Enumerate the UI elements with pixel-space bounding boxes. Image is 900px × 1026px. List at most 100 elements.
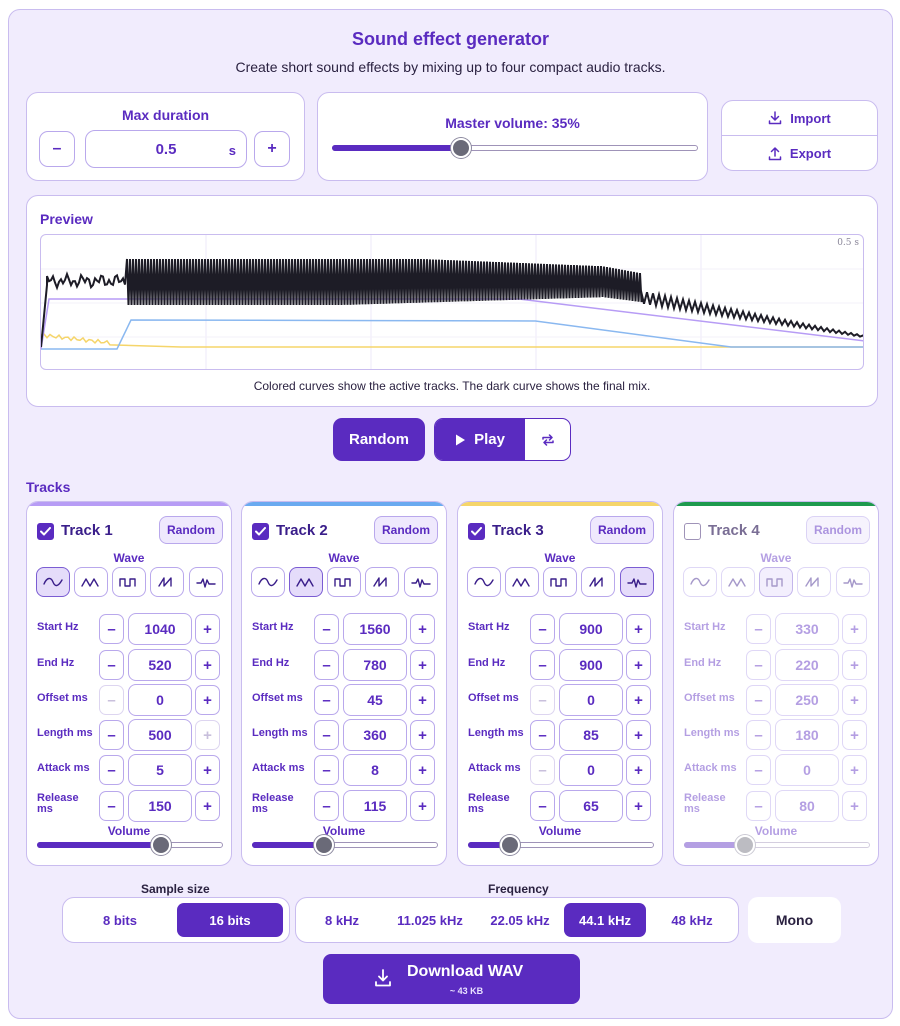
end-hz-increase-button[interactable]: +: [842, 650, 867, 680]
attack-ms-increase-button[interactable]: +: [195, 755, 220, 785]
track-enable-checkbox[interactable]: [37, 523, 54, 540]
release-ms-decrease-button[interactable]: –: [746, 791, 771, 821]
track-enable-checkbox[interactable]: [468, 523, 485, 540]
start-hz-input[interactable]: 1560: [343, 613, 407, 645]
start-hz-decrease-button[interactable]: –: [530, 614, 555, 644]
wave-option-button[interactable]: [189, 567, 223, 597]
track-volume-slider[interactable]: [468, 835, 654, 855]
wave-option-button[interactable]: [759, 567, 793, 597]
end-hz-increase-button[interactable]: +: [626, 650, 651, 680]
length-ms-input[interactable]: 180: [775, 719, 839, 751]
frequency-option-44khz[interactable]: 44.1 kHz: [564, 903, 646, 937]
play-button[interactable]: Play: [435, 419, 525, 460]
release-ms-input[interactable]: 115: [343, 790, 407, 822]
random-button[interactable]: Random: [333, 418, 425, 461]
length-ms-increase-button[interactable]: +: [195, 720, 220, 750]
offset-ms-increase-button[interactable]: +: [842, 685, 867, 715]
release-ms-input[interactable]: 150: [128, 790, 192, 822]
start-hz-increase-button[interactable]: +: [626, 614, 651, 644]
wave-option-button[interactable]: [150, 567, 184, 597]
end-hz-increase-button[interactable]: +: [410, 650, 435, 680]
wave-option-button[interactable]: [620, 567, 654, 597]
attack-ms-input[interactable]: 0: [775, 754, 839, 786]
end-hz-input[interactable]: 520: [128, 649, 192, 681]
frequency-option-8khz[interactable]: 8 kHz: [302, 903, 382, 937]
offset-ms-increase-button[interactable]: +: [410, 685, 435, 715]
start-hz-decrease-button[interactable]: –: [314, 614, 339, 644]
release-ms-decrease-button[interactable]: –: [530, 791, 555, 821]
wave-option-button[interactable]: [721, 567, 755, 597]
release-ms-increase-button[interactable]: +: [626, 791, 651, 821]
master-volume-slider[interactable]: [332, 138, 698, 158]
offset-ms-decrease-button[interactable]: –: [314, 685, 339, 715]
download-wav-button[interactable]: Download WAV ~ 43 KB: [323, 954, 580, 1004]
frequency-option-11khz[interactable]: 11.025 kHz: [386, 903, 474, 937]
wave-option-button[interactable]: [289, 567, 323, 597]
wave-option-button[interactable]: [836, 567, 870, 597]
track-volume-slider[interactable]: [684, 835, 870, 855]
wave-option-button[interactable]: [36, 567, 70, 597]
end-hz-increase-button[interactable]: +: [195, 650, 220, 680]
attack-ms-increase-button[interactable]: +: [842, 755, 867, 785]
track-enable-checkbox[interactable]: [252, 523, 269, 540]
start-hz-input[interactable]: 900: [559, 613, 623, 645]
start-hz-decrease-button[interactable]: –: [746, 614, 771, 644]
start-hz-input[interactable]: 330: [775, 613, 839, 645]
wave-option-button[interactable]: [365, 567, 399, 597]
loop-button[interactable]: [525, 419, 570, 460]
wave-option-button[interactable]: [467, 567, 501, 597]
end-hz-decrease-button[interactable]: –: [314, 650, 339, 680]
import-button[interactable]: Import: [722, 101, 877, 136]
length-ms-decrease-button[interactable]: –: [746, 720, 771, 750]
offset-ms-increase-button[interactable]: +: [195, 685, 220, 715]
wave-option-button[interactable]: [112, 567, 146, 597]
attack-ms-input[interactable]: 0: [559, 754, 623, 786]
offset-ms-increase-button[interactable]: +: [626, 685, 651, 715]
release-ms-increase-button[interactable]: +: [195, 791, 220, 821]
duration-decrease-button[interactable]: –: [39, 131, 75, 167]
attack-ms-decrease-button[interactable]: –: [314, 755, 339, 785]
duration-input[interactable]: 0.5 s: [85, 130, 247, 168]
end-hz-input[interactable]: 780: [343, 649, 407, 681]
frequency-option-22khz[interactable]: 22.05 kHz: [478, 903, 562, 937]
offset-ms-input[interactable]: 250: [775, 684, 839, 716]
release-ms-decrease-button[interactable]: –: [99, 791, 124, 821]
export-button[interactable]: Export: [722, 136, 877, 170]
track-random-button[interactable]: Random: [159, 516, 223, 544]
track-volume-knob[interactable]: [314, 835, 334, 855]
track-enable-checkbox[interactable]: [684, 523, 701, 540]
wave-option-button[interactable]: [404, 567, 438, 597]
wave-option-button[interactable]: [327, 567, 361, 597]
length-ms-input[interactable]: 500: [128, 719, 192, 751]
wave-option-button[interactable]: [251, 567, 285, 597]
offset-ms-input[interactable]: 0: [559, 684, 623, 716]
start-hz-input[interactable]: 1040: [128, 613, 192, 645]
release-ms-decrease-button[interactable]: –: [314, 791, 339, 821]
attack-ms-decrease-button[interactable]: –: [99, 755, 124, 785]
offset-ms-decrease-button[interactable]: –: [99, 685, 124, 715]
start-hz-increase-button[interactable]: +: [842, 614, 867, 644]
wave-option-button[interactable]: [797, 567, 831, 597]
end-hz-input[interactable]: 220: [775, 649, 839, 681]
track-volume-slider[interactable]: [252, 835, 438, 855]
track-volume-knob[interactable]: [151, 835, 171, 855]
length-ms-decrease-button[interactable]: –: [314, 720, 339, 750]
end-hz-decrease-button[interactable]: –: [99, 650, 124, 680]
attack-ms-increase-button[interactable]: +: [626, 755, 651, 785]
length-ms-increase-button[interactable]: +: [842, 720, 867, 750]
offset-ms-input[interactable]: 0: [128, 684, 192, 716]
track-random-button[interactable]: Random: [806, 516, 870, 544]
length-ms-decrease-button[interactable]: –: [99, 720, 124, 750]
master-volume-knob[interactable]: [451, 138, 471, 158]
track-volume-knob[interactable]: [735, 835, 755, 855]
sample-size-option-8[interactable]: 8 bits: [68, 903, 172, 937]
attack-ms-input[interactable]: 5: [128, 754, 192, 786]
start-hz-increase-button[interactable]: +: [410, 614, 435, 644]
track-volume-slider[interactable]: [37, 835, 223, 855]
release-ms-increase-button[interactable]: +: [410, 791, 435, 821]
track-volume-knob[interactable]: [500, 835, 520, 855]
track-random-button[interactable]: Random: [374, 516, 438, 544]
duration-increase-button[interactable]: +: [254, 131, 290, 167]
wave-option-button[interactable]: [581, 567, 615, 597]
end-hz-input[interactable]: 900: [559, 649, 623, 681]
